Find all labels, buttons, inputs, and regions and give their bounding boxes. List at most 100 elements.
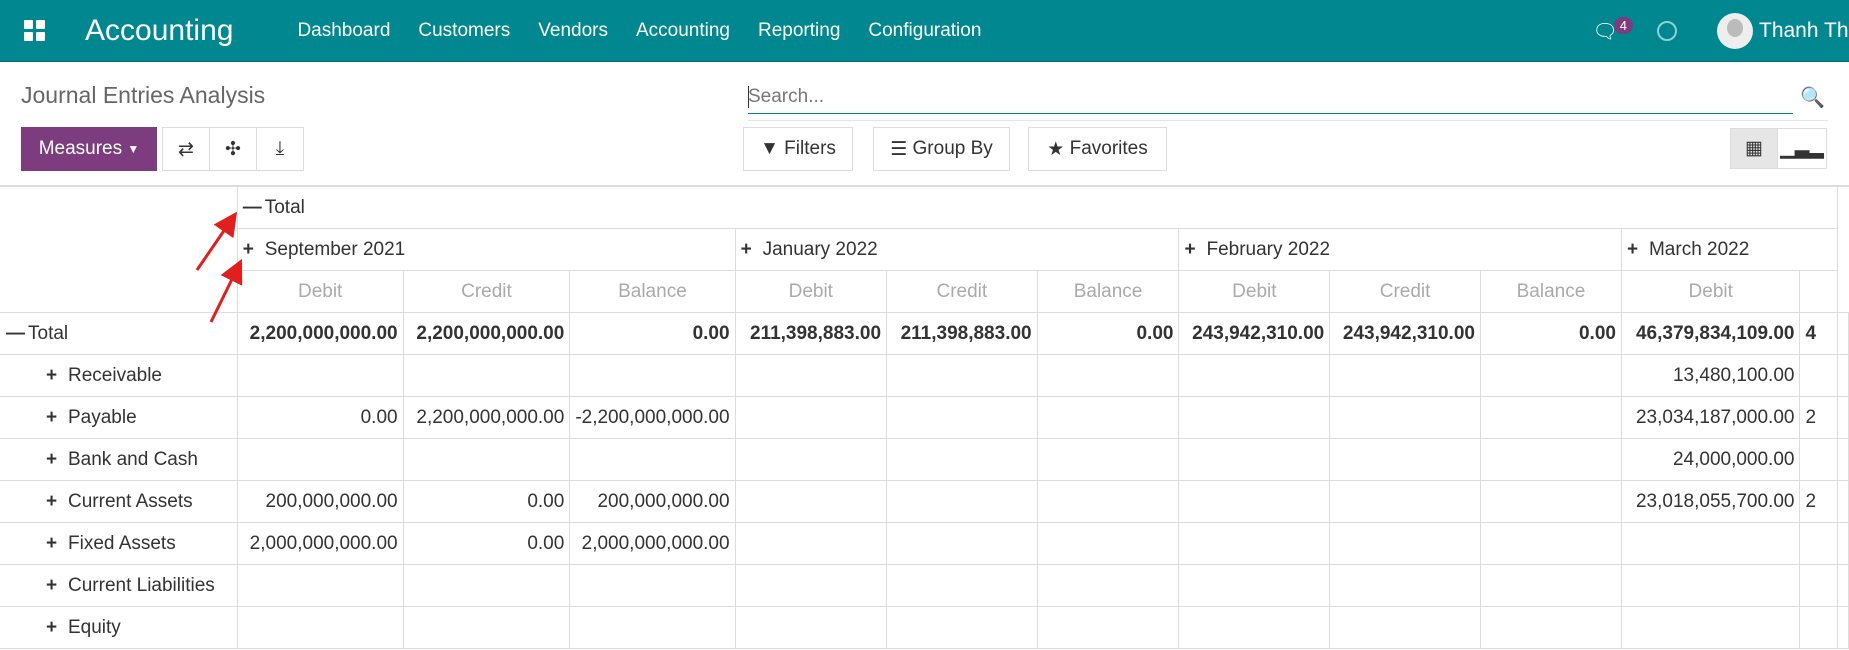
table-cell[interactable]: 200,000,000.00 — [236, 480, 404, 523]
table-cell[interactable] — [1036, 396, 1180, 439]
table-cell[interactable] — [886, 564, 1038, 607]
table-cell[interactable]: 243,942,310.00 — [1329, 312, 1481, 355]
menu-vendors[interactable]: Vendors — [538, 20, 608, 42]
table-cell[interactable] — [1178, 396, 1331, 439]
table-cell[interactable]: 2 — [1799, 396, 1838, 439]
table-cell[interactable] — [886, 354, 1038, 397]
table-cell[interactable]: 4 — [1799, 312, 1838, 355]
measure-header[interactable]: Balance — [1036, 270, 1180, 313]
table-cell[interactable] — [569, 354, 736, 397]
table-cell[interactable]: 0.00 — [402, 522, 571, 565]
table-cell[interactable] — [1036, 354, 1180, 397]
table-cell[interactable] — [1329, 522, 1481, 565]
table-cell[interactable] — [1479, 396, 1622, 439]
table-cell[interactable] — [1799, 564, 1838, 607]
search-icon[interactable]: 🔍 — [1800, 85, 1825, 110]
favorites-button[interactable]: ★ Favorites — [1028, 127, 1167, 171]
table-cell[interactable]: 211,398,883.00 — [886, 312, 1038, 355]
user-name[interactable]: Thanh Thư — [1759, 19, 1849, 43]
table-cell[interactable] — [236, 606, 404, 649]
col-header-total[interactable]: — Total — [236, 186, 1839, 229]
table-cell[interactable]: 13,480,100.00 — [1620, 354, 1801, 397]
table-cell[interactable] — [734, 438, 888, 481]
table-cell[interactable] — [886, 522, 1038, 565]
row-header[interactable]: + Receivable — [0, 354, 238, 397]
pivot-view-button[interactable]: ▦ — [1730, 128, 1778, 169]
table-cell[interactable]: 23,034,187,000.00 — [1620, 396, 1801, 439]
table-cell[interactable] — [1036, 564, 1180, 607]
table-cell[interactable]: 24,000,000.00 — [1620, 438, 1801, 481]
table-cell[interactable]: 0.00 — [569, 312, 736, 355]
table-cell[interactable] — [1329, 606, 1481, 649]
table-cell[interactable] — [886, 606, 1038, 649]
measure-header[interactable] — [1799, 270, 1838, 313]
table-cell[interactable] — [1479, 354, 1622, 397]
table-cell[interactable] — [1178, 438, 1331, 481]
table-cell[interactable]: 0.00 — [1036, 312, 1180, 355]
table-cell[interactable] — [1479, 522, 1622, 565]
table-cell[interactable] — [402, 606, 571, 649]
table-cell[interactable]: 0.00 — [1479, 312, 1622, 355]
table-cell[interactable] — [569, 438, 736, 481]
table-cell[interactable]: 2,200,000,000.00 — [402, 312, 571, 355]
table-cell[interactable]: 200,000,000.00 — [569, 480, 736, 523]
group-by-button[interactable]: ☰ Group By — [873, 127, 1010, 171]
table-cell[interactable]: 2,000,000,000.00 — [569, 522, 736, 565]
graph-view-button[interactable]: ▁▃▂ — [1777, 128, 1827, 169]
table-cell[interactable] — [569, 606, 736, 649]
table-cell[interactable] — [1620, 564, 1801, 607]
table-cell[interactable] — [1620, 522, 1801, 565]
table-cell[interactable] — [1799, 606, 1838, 649]
table-cell[interactable] — [1479, 480, 1622, 523]
activity-clock-icon[interactable] — [1657, 21, 1677, 41]
table-cell[interactable] — [1178, 354, 1331, 397]
table-cell[interactable] — [236, 354, 404, 397]
table-cell[interactable]: 46,379,834,109.00 — [1620, 312, 1801, 355]
table-cell[interactable] — [1479, 606, 1622, 649]
measure-header[interactable]: Balance — [569, 270, 736, 313]
table-cell[interactable] — [734, 480, 888, 523]
table-cell[interactable] — [1479, 438, 1622, 481]
measure-header[interactable]: Credit — [402, 270, 571, 313]
measure-header[interactable]: Debit — [1178, 270, 1331, 313]
table-cell[interactable] — [236, 438, 404, 481]
row-header[interactable]: + Fixed Assets — [0, 522, 238, 565]
table-cell[interactable] — [1329, 354, 1481, 397]
menu-reporting[interactable]: Reporting — [758, 20, 840, 42]
table-cell[interactable] — [886, 438, 1038, 481]
measure-header[interactable]: Credit — [1329, 270, 1481, 313]
table-cell[interactable] — [1329, 396, 1481, 439]
row-header[interactable]: + Equity — [0, 606, 238, 649]
search-input[interactable]: Search... — [748, 84, 1793, 114]
table-cell[interactable] — [1329, 438, 1481, 481]
table-cell[interactable] — [734, 396, 888, 439]
filters-button[interactable]: ▼ Filters — [743, 127, 853, 171]
table-cell[interactable] — [1329, 480, 1481, 523]
row-header[interactable]: + Bank and Cash — [0, 438, 238, 481]
table-cell[interactable]: 2 — [1799, 480, 1838, 523]
table-cell[interactable] — [1036, 480, 1180, 523]
table-cell[interactable] — [1329, 564, 1481, 607]
table-cell[interactable]: 2,200,000,000.00 — [402, 396, 571, 439]
table-cell[interactable] — [236, 564, 404, 607]
col-header-month[interactable]: + March 2022 — [1620, 228, 1839, 271]
table-cell[interactable]: 23,018,055,700.00 — [1620, 480, 1801, 523]
table-cell[interactable]: 0.00 — [236, 396, 404, 439]
table-cell[interactable] — [1036, 522, 1180, 565]
table-cell[interactable] — [1479, 564, 1622, 607]
row-header[interactable]: + Current Assets — [0, 480, 238, 523]
measure-header[interactable]: Debit — [734, 270, 888, 313]
menu-accounting[interactable]: Accounting — [636, 20, 730, 42]
table-cell[interactable] — [734, 522, 888, 565]
table-cell[interactable] — [569, 564, 736, 607]
table-cell[interactable] — [1178, 522, 1331, 565]
col-header-month[interactable]: + January 2022 — [734, 228, 1180, 271]
table-cell[interactable] — [402, 354, 571, 397]
table-cell[interactable] — [402, 438, 571, 481]
table-cell[interactable] — [886, 396, 1038, 439]
table-cell[interactable] — [1799, 522, 1838, 565]
menu-customers[interactable]: Customers — [418, 20, 510, 42]
avatar[interactable] — [1717, 13, 1753, 49]
table-cell[interactable] — [1178, 606, 1331, 649]
measure-header[interactable]: Balance — [1479, 270, 1622, 313]
